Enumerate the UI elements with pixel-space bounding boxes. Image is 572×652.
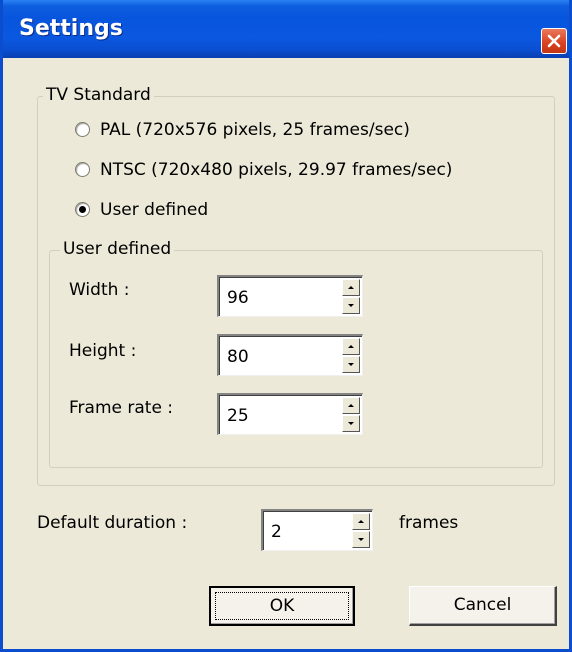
spin-up-icon — [358, 520, 364, 523]
close-button[interactable] — [541, 28, 567, 54]
radio-pal-label: PAL (720x576 pixels, 25 frames/sec) — [100, 120, 410, 140]
radio-user-defined-label: User defined — [100, 200, 209, 220]
cancel-button[interactable]: Cancel — [409, 586, 557, 626]
radio-ntsc-button[interactable] — [75, 162, 90, 177]
height-spin-down-button[interactable] — [342, 356, 360, 373]
height-label: Height : — [69, 341, 137, 361]
spin-up-icon — [348, 286, 354, 289]
ok-button[interactable]: OK — [209, 586, 355, 626]
radio-pal-button[interactable] — [75, 122, 90, 137]
close-icon — [547, 34, 561, 48]
spin-up-icon — [348, 345, 354, 348]
duration-spin-down-button[interactable] — [352, 531, 370, 548]
height-spin-buttons — [342, 338, 360, 374]
frame-rate-spin-buttons — [342, 397, 360, 433]
radio-user-defined-button[interactable] — [75, 202, 90, 217]
ok-button-label: OK — [269, 596, 295, 616]
tv-standard-group-label: TV Standard — [43, 85, 154, 105]
frame-rate-label: Frame rate : — [69, 398, 174, 418]
frame-rate-spin-up-button[interactable] — [342, 397, 360, 414]
default-duration-spinbox[interactable]: 2 — [261, 509, 373, 551]
spin-down-icon — [348, 422, 354, 425]
frame-rate-spin-down-button[interactable] — [342, 415, 360, 432]
spin-down-icon — [358, 538, 364, 541]
radio-ntsc-label: NTSC (720x480 pixels, 29.97 frames/sec) — [100, 160, 453, 180]
settings-dialog: Settings TV Standard PAL (720x576 pixels… — [0, 0, 572, 652]
duration-spin-up-button[interactable] — [352, 513, 370, 530]
height-spinbox[interactable]: 80 — [217, 334, 363, 376]
height-input[interactable]: 80 — [227, 346, 249, 368]
cancel-button-label: Cancel — [453, 595, 512, 615]
spin-down-icon — [348, 304, 354, 307]
default-duration-label: Default duration : — [37, 513, 188, 533]
spin-up-icon — [348, 404, 354, 407]
frame-rate-spinbox[interactable]: 25 — [217, 393, 363, 435]
width-input[interactable]: 96 — [227, 287, 249, 309]
width-spinbox[interactable]: 96 — [217, 275, 363, 317]
width-spin-up-button[interactable] — [342, 279, 360, 296]
frame-rate-input[interactable]: 25 — [227, 405, 249, 427]
duration-unit-label: frames — [399, 513, 459, 533]
width-label: Width : — [69, 280, 130, 300]
duration-spin-buttons — [352, 513, 370, 549]
window-title: Settings — [19, 16, 123, 41]
user-defined-group-label: User defined — [60, 239, 175, 259]
spin-down-icon — [348, 363, 354, 366]
default-duration-input[interactable]: 2 — [271, 521, 282, 543]
title-bar[interactable]: Settings — [3, 0, 569, 58]
width-spin-buttons — [342, 279, 360, 315]
height-spin-up-button[interactable] — [342, 338, 360, 355]
width-spin-down-button[interactable] — [342, 297, 360, 314]
